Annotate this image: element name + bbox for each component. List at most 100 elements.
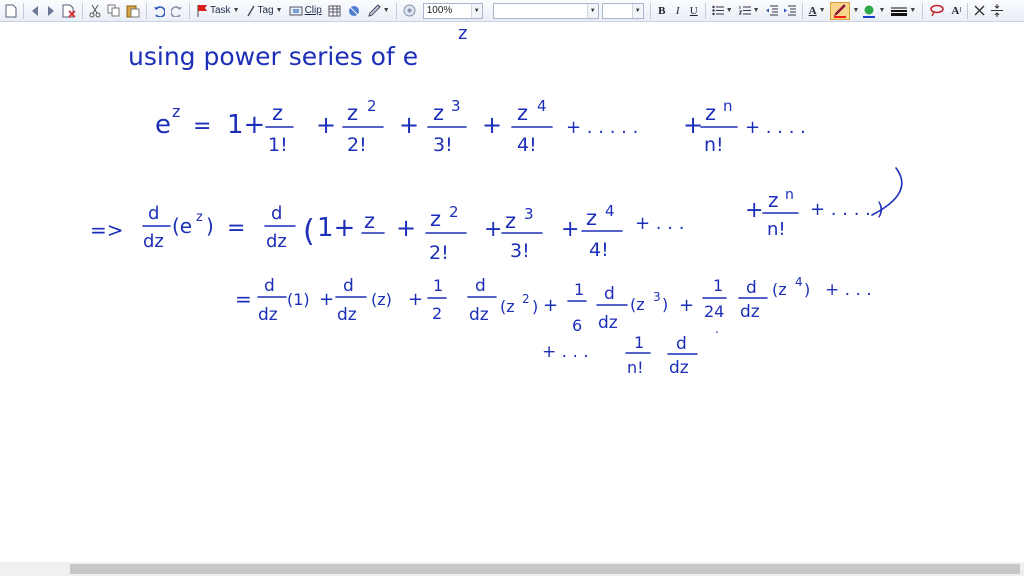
chevron-down-icon: ▼ xyxy=(752,7,760,14)
toolbar-divider xyxy=(395,2,397,19)
chevron-down-icon: ▼ xyxy=(909,7,917,14)
d-num: d xyxy=(148,203,159,224)
coef-num: 1 xyxy=(634,333,644,352)
plus-sign: + xyxy=(683,111,703,139)
bold-button[interactable]: B xyxy=(655,2,669,20)
plus-sign: + xyxy=(745,198,763,223)
close-icon[interactable] xyxy=(972,2,987,20)
expanded-row: = d dz (1) + d dz (z) + 1 2 d dz (z 2 ) … xyxy=(235,275,872,335)
chevron-down-icon: ▼ xyxy=(878,7,886,14)
term2-num: z xyxy=(430,207,441,231)
bullets-icon[interactable]: ▼ xyxy=(710,2,735,20)
c-coef-den: 2 xyxy=(432,304,442,323)
chevron-down-icon: ▼ xyxy=(586,3,598,18)
task-flag-icon xyxy=(197,5,207,17)
term4-den: 4! xyxy=(589,239,609,261)
e-num: d xyxy=(604,284,615,304)
toolbar-divider xyxy=(649,2,651,19)
horizontal-scrollbar[interactable] xyxy=(0,562,1024,576)
term3-den: 3! xyxy=(433,134,453,156)
highlighter-button[interactable] xyxy=(829,1,850,20)
numbering-icon[interactable]: ▼ xyxy=(737,2,762,20)
plus-sign: + xyxy=(679,295,694,316)
b-den: dz xyxy=(337,305,357,325)
prev-page-icon[interactable] xyxy=(28,2,42,20)
font-color-label: A xyxy=(808,4,817,17)
term2-sup: 2 xyxy=(449,203,459,221)
c-arg: (z xyxy=(500,297,515,316)
toolbar-divider xyxy=(967,2,969,19)
f-close: ) xyxy=(804,280,810,299)
chevron-down-icon: ▼ xyxy=(725,7,733,14)
b-num: d xyxy=(343,276,354,296)
font-size-select[interactable]: ▼ xyxy=(601,2,644,19)
d-num: d xyxy=(676,334,687,354)
e-sup: 3 xyxy=(653,290,661,304)
e-coef-num: 1 xyxy=(574,280,584,299)
scrollbar-thumb[interactable] xyxy=(70,564,1020,574)
stray-dot: . xyxy=(715,322,719,336)
term4-sup: 4 xyxy=(537,97,547,115)
termn-den: n! xyxy=(767,219,786,240)
task-label: Task xyxy=(210,5,231,16)
toolbar-divider xyxy=(704,2,706,19)
lasso-icon[interactable] xyxy=(927,2,947,20)
underline-button[interactable]: U xyxy=(687,2,701,20)
zoom-value: 100% xyxy=(426,5,453,16)
term3-num: z xyxy=(505,209,516,233)
insert-image-icon[interactable] xyxy=(345,2,363,20)
note-canvas[interactable]: using power series of e z e z = 1+ z 1! … xyxy=(0,23,1024,561)
superscript-button[interactable]: AI xyxy=(949,2,963,20)
delete-page-icon[interactable] xyxy=(60,2,78,20)
toolbar-divider xyxy=(922,2,924,19)
chevron-down-icon[interactable]: ▼ xyxy=(853,7,860,14)
zoom-select[interactable]: 100% ▼ xyxy=(422,2,483,19)
cut-icon[interactable] xyxy=(87,2,103,20)
coef-den: n! xyxy=(627,358,644,377)
chevron-down-icon: ▼ xyxy=(818,7,826,14)
redo-icon[interactable] xyxy=(169,2,185,20)
undo-icon[interactable] xyxy=(151,2,167,20)
next-page-icon[interactable] xyxy=(44,2,58,20)
paste-icon[interactable] xyxy=(124,2,142,20)
align-icon[interactable] xyxy=(989,2,1005,20)
clip-icon xyxy=(289,6,303,15)
plus-sign: + xyxy=(316,111,336,139)
term2-num: z xyxy=(347,101,358,125)
ellipsis: + . . . xyxy=(635,213,684,234)
chevron-down-icon: ▼ xyxy=(382,7,390,14)
term1-num: z xyxy=(364,209,375,233)
fill-color-button[interactable]: ▼ xyxy=(860,2,887,20)
heading-sup: z xyxy=(458,23,467,44)
pen-tool-icon[interactable]: ▼ xyxy=(365,2,392,20)
f-coef-den: 24 xyxy=(704,302,724,321)
term4-den: 4! xyxy=(517,134,537,156)
font-color-button[interactable]: A ▼ xyxy=(807,2,828,20)
toolbar-divider xyxy=(82,2,83,19)
decrease-indent-icon[interactable] xyxy=(764,2,780,20)
refresh-icon[interactable] xyxy=(401,2,418,20)
font-name-select[interactable]: ▼ xyxy=(492,2,599,19)
plus-sign: + xyxy=(561,217,579,242)
termn-sup: n xyxy=(723,97,733,115)
f-num: d xyxy=(746,278,757,298)
fill-color-icon xyxy=(863,5,876,18)
chevron-down-icon: ▼ xyxy=(631,3,643,18)
table-icon[interactable] xyxy=(326,2,343,20)
new-page-icon[interactable] xyxy=(3,2,19,20)
term1-num: z xyxy=(272,101,283,125)
copy-icon[interactable] xyxy=(105,2,122,20)
ellipsis: + . . . . ) xyxy=(810,199,884,220)
task-button[interactable]: Task ▼ xyxy=(194,2,242,20)
termn-sup: n xyxy=(785,187,794,203)
termn-den: n! xyxy=(704,134,724,156)
italic-button[interactable]: I xyxy=(671,2,685,20)
tag-button[interactable]: Tag ▼ xyxy=(244,2,285,20)
open-paren: ( xyxy=(303,214,315,249)
term4-num: z xyxy=(586,206,597,230)
increase-indent-icon[interactable] xyxy=(782,2,798,20)
c-sup: 2 xyxy=(522,292,530,306)
line-weight-button[interactable]: ▼ xyxy=(889,2,918,20)
plus-sign: + xyxy=(399,111,419,139)
clip-button[interactable]: Clip xyxy=(287,2,324,20)
